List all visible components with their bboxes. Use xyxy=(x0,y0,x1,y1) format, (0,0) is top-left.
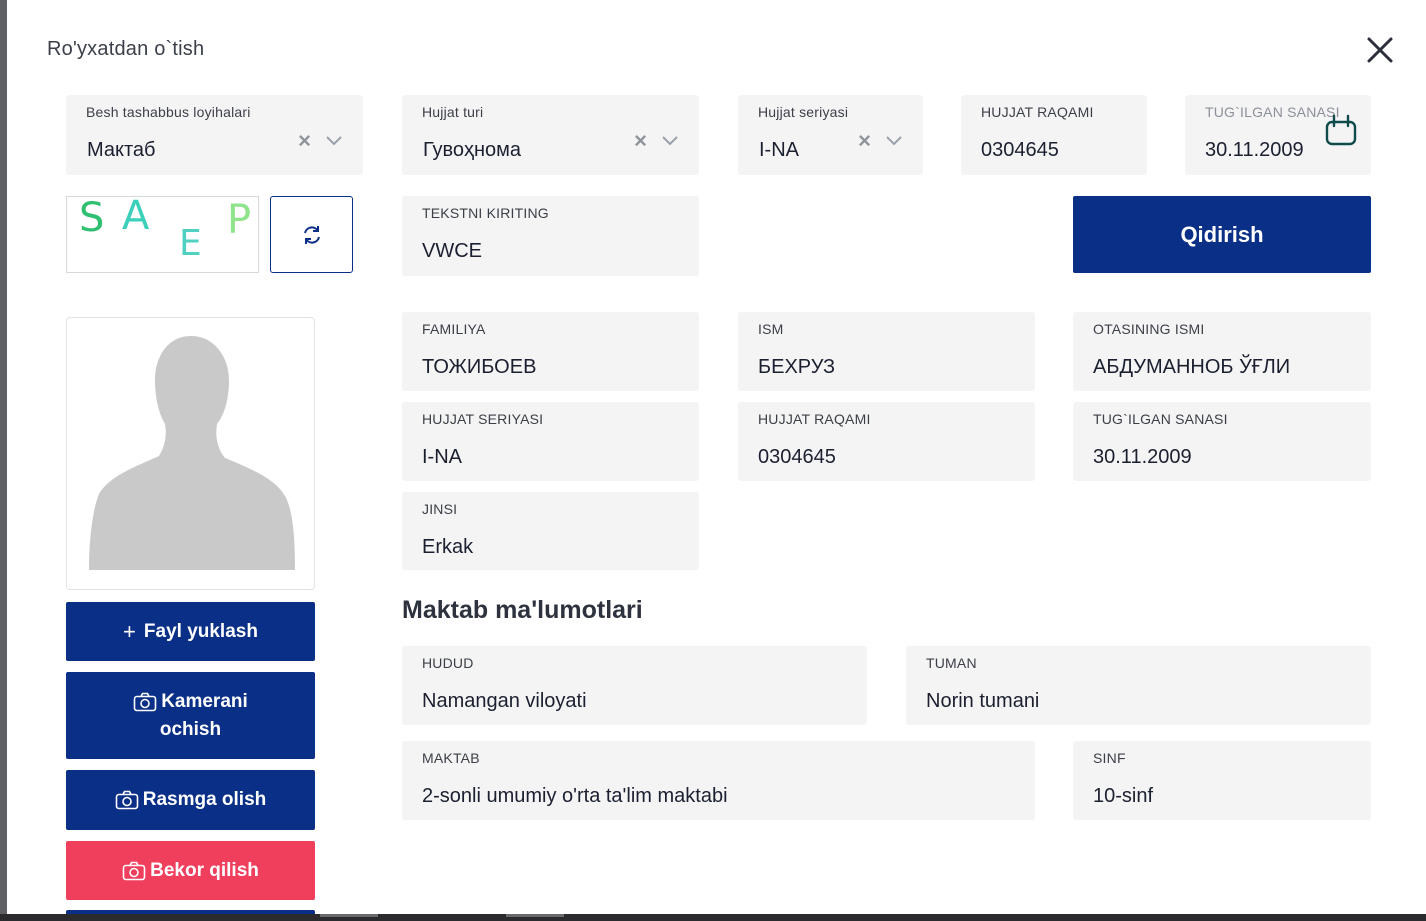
captcha-image: S A E P xyxy=(66,196,259,273)
birth-date-value: 30.11.2009 xyxy=(1205,139,1304,161)
taskbar-marker xyxy=(506,914,564,917)
doc-series-value: I-NA xyxy=(759,139,799,161)
taskbar-marker xyxy=(320,914,378,917)
captcha-input[interactable]: TEKSTNI KIRITING VWCE xyxy=(402,196,699,276)
cancel-label: Bekor qilish xyxy=(150,859,259,881)
captcha-char: A xyxy=(122,196,150,239)
birth-date-label: TUG`ILGAN SANASI xyxy=(1205,104,1340,120)
plus-icon: + xyxy=(123,618,136,644)
birth-field: TUG`ILGAN SANASI 30.11.2009 xyxy=(1073,402,1371,481)
district-field: TUMAN Norin tumani xyxy=(906,646,1371,725)
name-label: ISM xyxy=(758,321,784,337)
chevron-down-icon[interactable] xyxy=(661,135,679,147)
number-field: HUJJAT RAQAMI 0304645 xyxy=(738,402,1035,481)
doc-number-label: HUJJAT RAQAMI xyxy=(981,104,1094,120)
district-label: TUMAN xyxy=(926,655,977,671)
captcha-input-value: VWCE xyxy=(422,240,482,262)
birth-date-input[interactable]: TUG`ILGAN SANASI 30.11.2009 xyxy=(1185,95,1371,175)
clear-icon[interactable]: × xyxy=(634,130,647,152)
camera-icon xyxy=(115,790,139,810)
capture-photo-button[interactable]: Rasmga olish xyxy=(66,770,315,830)
doc-number-input[interactable]: HUJJAT RAQAMI 0304645 xyxy=(961,95,1147,175)
project-value: Мактаб xyxy=(87,139,156,161)
school-section-title: Maktab ma'lumotlari xyxy=(402,596,643,624)
grade-label: SINF xyxy=(1093,750,1126,766)
number-label: HUJJAT RAQAMI xyxy=(758,411,871,427)
taskbar-strip xyxy=(0,914,1426,921)
name-field: ISM БЕХРУЗ xyxy=(738,312,1035,391)
surname-value: ТОЖИБОЕВ xyxy=(422,356,537,378)
search-button[interactable]: Qidirish xyxy=(1073,196,1371,273)
chevron-down-icon[interactable] xyxy=(885,135,903,147)
patronymic-value: АБДУМАННОБ ЎҒЛИ xyxy=(1093,356,1291,378)
captcha-char: P xyxy=(227,197,252,243)
open-camera-button[interactable]: Kamerani ochish xyxy=(66,672,315,759)
doc-series-label: Hujjat seriyasi xyxy=(758,104,849,120)
avatar-placeholder xyxy=(66,317,315,590)
series-field: HUJJAT SERIYASI I-NA xyxy=(402,402,699,481)
upload-file-button[interactable]: + Fayl yuklash xyxy=(66,602,315,661)
refresh-captcha-button[interactable] xyxy=(270,196,353,273)
captcha-input-label: TEKSTNI KIRITING xyxy=(422,205,549,221)
region-value: Namangan viloyati xyxy=(422,690,587,712)
birth-label: TUG`ILGAN SANASI xyxy=(1093,411,1228,427)
birth-value: 30.11.2009 xyxy=(1093,446,1192,468)
school-label: MAKTAB xyxy=(422,750,480,766)
school-field: MAKTAB 2-sonli umumiy o'rta ta'lim makta… xyxy=(402,741,1035,820)
camera-icon xyxy=(122,861,146,880)
gender-label: JINSI xyxy=(422,501,458,517)
series-value: I-NA xyxy=(422,446,462,468)
dialog-title: Ro'yxatdan o`tish xyxy=(47,38,205,60)
patronymic-label: OTASINING ISMI xyxy=(1093,321,1205,337)
captcha-char: E xyxy=(179,223,202,264)
calendar-icon[interactable] xyxy=(1325,113,1357,147)
number-value: 0304645 xyxy=(758,446,836,468)
refresh-icon xyxy=(303,225,320,244)
doc-type-select[interactable]: Hujjat turi Гувоҳнома × xyxy=(402,95,699,175)
clear-icon[interactable]: × xyxy=(298,130,311,152)
grade-field: SINF 10-sinf xyxy=(1073,741,1371,820)
open-camera-label-2: ochish xyxy=(159,718,222,740)
doc-number-value: 0304645 xyxy=(981,139,1059,161)
district-value: Norin tumani xyxy=(926,690,1040,712)
surname-field: FAMILIYA ТОЖИБОЕВ xyxy=(402,312,699,391)
region-field: HUDUD Namangan viloyati xyxy=(402,646,867,725)
school-value: 2-sonli umumiy o'rta ta'lim maktabi xyxy=(422,785,728,807)
surname-label: FAMILIYA xyxy=(422,321,486,337)
close-icon[interactable] xyxy=(1363,33,1397,67)
region-label: HUDUD xyxy=(422,655,474,671)
doc-type-label: Hujjat turi xyxy=(422,104,484,120)
upload-file-label: Fayl yuklash xyxy=(143,620,258,642)
cancel-button[interactable]: Bekor qilish xyxy=(66,841,315,900)
camera-icon xyxy=(133,692,157,711)
patronymic-field: OTASINING ISMI АБДУМАННОБ ЎҒЛИ xyxy=(1073,312,1371,391)
open-camera-label: Kamerani xyxy=(161,690,248,712)
chevron-down-icon[interactable] xyxy=(325,135,343,147)
project-label: Besh tashabbus loyihalari xyxy=(86,104,251,120)
clear-icon[interactable]: × xyxy=(858,130,871,152)
name-value: БЕХРУЗ xyxy=(758,356,836,378)
project-select[interactable]: Besh tashabbus loyihalari Мактаб × xyxy=(66,95,363,175)
series-label: HUJJAT SERIYASI xyxy=(422,411,544,427)
gender-value: Erkak xyxy=(422,536,474,558)
gender-field: JINSI Erkak xyxy=(402,492,699,570)
doc-series-select[interactable]: Hujjat seriyasi I-NA × xyxy=(738,95,923,175)
capture-photo-label: Rasmga olish xyxy=(142,789,267,810)
captcha-char: S xyxy=(79,196,105,241)
grade-value: 10-sinf xyxy=(1093,785,1154,807)
doc-type-value: Гувоҳнома xyxy=(423,139,522,161)
background-window-edge xyxy=(0,0,7,921)
